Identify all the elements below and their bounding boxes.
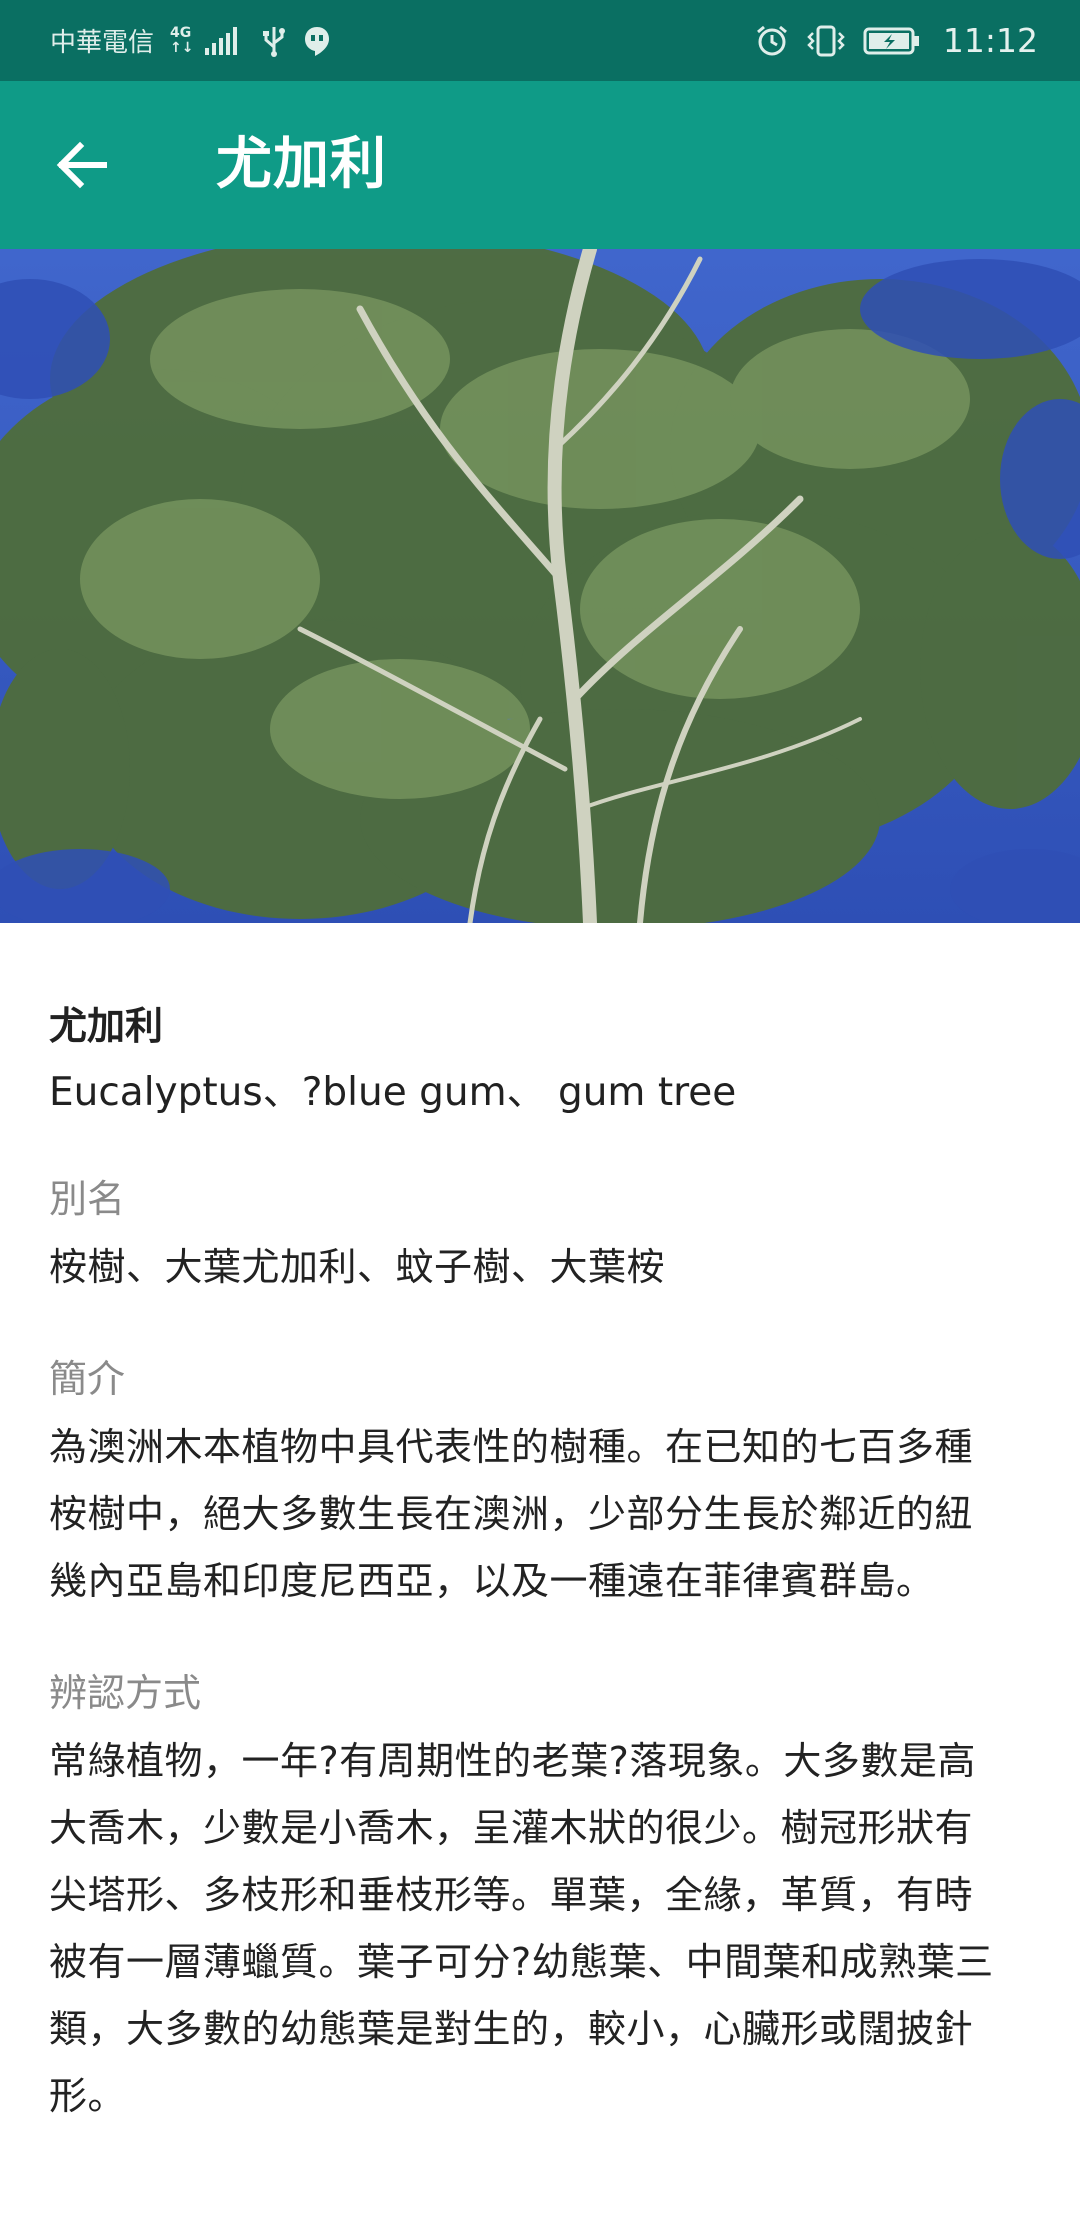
- status-left: 中華電信 4G ↑↓: [50, 0, 331, 81]
- tree-photo: [0, 249, 1080, 923]
- hero-image: [0, 249, 1080, 923]
- chat-bubble-icon: [303, 25, 331, 57]
- arrow-back-icon: [56, 141, 107, 189]
- plant-details: 尤加利 Eucalyptus、?blue gum、 gum tree 別名 桉樹…: [49, 1000, 1009, 2130]
- alarm-icon: [755, 24, 789, 58]
- plant-name: 尤加利: [49, 1004, 164, 1048]
- alias-text: 桉樹、大葉尤加利、蚊子樹、大葉桉: [49, 1245, 666, 1289]
- clock: 11:12: [942, 21, 1038, 60]
- back-button[interactable]: [52, 135, 112, 195]
- page-title: 尤加利: [216, 132, 387, 197]
- identification-text: 常綠植物，一年?有周期性的老葉?落現象。大多數是高大喬木，少數是小喬木，呈灌木狀…: [49, 1739, 994, 2118]
- network-type: 4G ↑↓: [170, 24, 194, 56]
- intro-label: 簡介: [49, 1357, 126, 1401]
- alias-label: 別名: [49, 1177, 126, 1221]
- carrier-name: 中華電信: [50, 28, 155, 58]
- battery-charging-icon: [863, 26, 921, 56]
- app-bar: 尤加利: [0, 81, 1080, 249]
- usb-icon: [261, 25, 287, 57]
- plant-latin-names: Eucalyptus、?blue gum、 gum tree: [49, 1070, 737, 1115]
- network-activity-label: ↑↓: [170, 39, 194, 56]
- status-bar: 中華電信 4G ↑↓ 11:12: [0, 0, 1080, 81]
- signal-icon: [205, 26, 238, 55]
- identification-label: 辨認方式: [49, 1671, 202, 1715]
- intro-text: 為澳洲木本植物中具代表性的樹種。在已知的七百多種桉樹中，絕大多數生長在澳洲，少部…: [49, 1425, 974, 1603]
- vibrate-icon: [805, 24, 847, 58]
- network-type-label: 4G: [170, 24, 192, 41]
- status-right: 11:12: [755, 0, 1038, 81]
